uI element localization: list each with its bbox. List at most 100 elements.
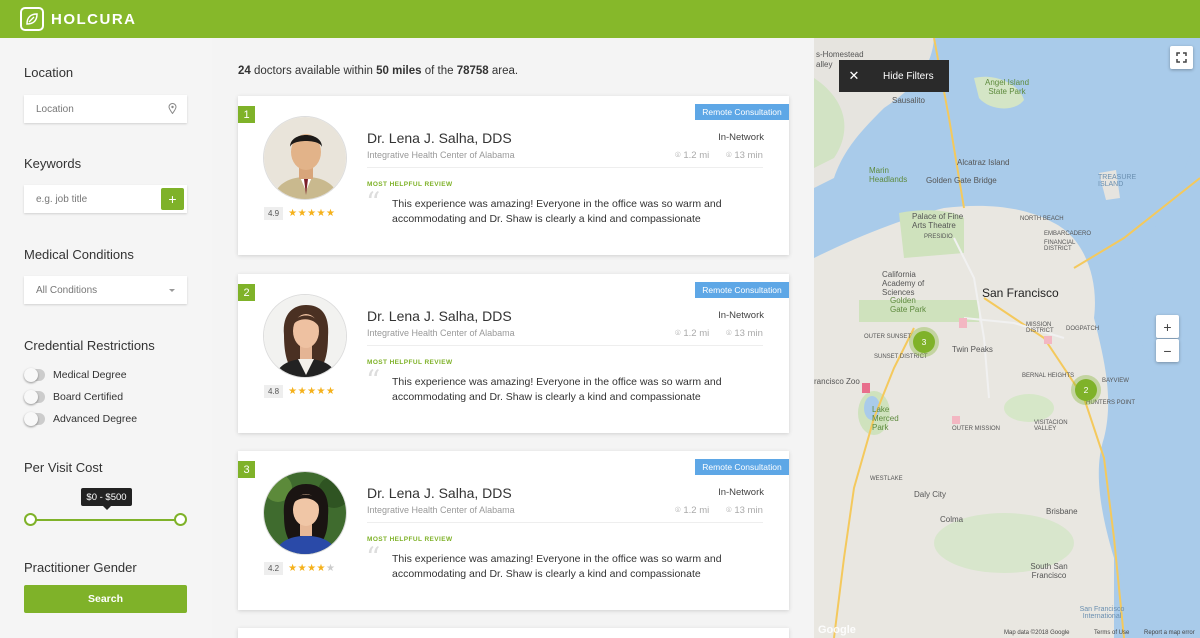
doctor-name[interactable]: Dr. Lena J. Salha, DDS xyxy=(367,485,512,501)
map-label: HUNTERS POINT xyxy=(1086,400,1136,406)
doctor-avatar[interactable] xyxy=(263,294,347,378)
map-pin-icon: ⌾ xyxy=(726,150,732,161)
toggle-switch[interactable] xyxy=(24,390,45,404)
fullscreen-button[interactable] xyxy=(1170,46,1193,69)
results-count: 24 xyxy=(238,65,251,77)
doctor-card[interactable]: 2 4.8 ★★★★★ Remote Consultation Dr. Lena… xyxy=(238,274,789,433)
map-label: Brisbane xyxy=(1046,507,1078,516)
doctor-avatar[interactable] xyxy=(263,116,347,200)
keywords-label: Keywords xyxy=(24,156,82,171)
doctor-avatar[interactable] xyxy=(263,471,347,555)
distance-value: 1.2 mi xyxy=(683,505,710,516)
star-rating: ★★★★★ xyxy=(288,208,335,219)
map-cluster-marker[interactable]: 3 xyxy=(913,331,935,353)
doctor-card[interactable] xyxy=(238,628,789,638)
map-attribution: Map data ©2018 Google xyxy=(1004,630,1070,636)
doctor-name[interactable]: Dr. Lena J. Salha, DDS xyxy=(367,308,512,324)
zoom-in-button[interactable]: + xyxy=(1156,315,1179,338)
travel-time: ⌾ 13 min xyxy=(726,328,763,339)
holcura-logo-icon[interactable] xyxy=(20,7,44,31)
rating-value: 4.8 xyxy=(264,385,284,398)
distance: ⌾ 1.2 mi xyxy=(675,150,709,161)
toggle-switch[interactable] xyxy=(24,368,45,382)
map-label: Alcatraz Island xyxy=(957,158,1010,167)
map-pin-icon: ⌾ xyxy=(726,505,732,516)
star-icon: ★ xyxy=(307,208,317,219)
map-pin-icon: ⌾ xyxy=(726,328,732,339)
search-button[interactable]: Search xyxy=(24,585,187,613)
map-label: Colma xyxy=(940,515,964,524)
card-number: 2 xyxy=(238,284,255,301)
distance: ⌾ 1.2 mi xyxy=(675,505,709,516)
card-number: 3 xyxy=(238,461,255,478)
cost-slider-track[interactable] xyxy=(30,519,181,521)
map-label: OUTER MISSION xyxy=(952,426,1001,432)
conditions-value: All Conditions xyxy=(36,284,98,296)
toggle-advanced-degree[interactable]: Advanced Degree xyxy=(24,412,138,426)
star-icon: ★ xyxy=(326,208,336,219)
map-label: San Francisco International xyxy=(1079,606,1125,620)
cost-label: Per Visit Cost xyxy=(24,460,103,475)
terms-link[interactable]: Terms of Use xyxy=(1094,630,1129,636)
map-pin-icon: ⌾ xyxy=(675,328,681,339)
google-logo: Google xyxy=(818,624,856,636)
results-zip: 78758 xyxy=(456,65,489,77)
add-keyword-button[interactable]: + xyxy=(161,188,184,210)
doctor-name[interactable]: Dr. Lena J. Salha, DDS xyxy=(367,130,512,146)
hide-filters-button[interactable]: ✕ Hide Filters xyxy=(839,60,949,92)
map-label: OUTER SUNSET xyxy=(864,334,912,340)
results-radius: 50 miles xyxy=(376,65,422,77)
results-text: area. xyxy=(491,65,519,77)
star-icon: ★ xyxy=(307,386,317,397)
report-error-link[interactable]: Report a map error xyxy=(1144,630,1195,636)
map-label: WESTLAKE xyxy=(870,476,903,482)
doctor-clinic: Integrative Health Center of Alabama xyxy=(367,328,515,338)
map-label: NORTH BEACH xyxy=(1020,216,1064,222)
map-label: BAYVIEW xyxy=(1102,378,1129,384)
network-status: In-Network xyxy=(718,487,764,498)
remote-consultation-badge[interactable]: Remote Consultation xyxy=(695,282,789,298)
time-value: 13 min xyxy=(734,150,763,161)
location-input[interactable]: Location xyxy=(24,95,187,123)
map-pin-icon: ⌾ xyxy=(675,505,681,516)
map-cluster-marker[interactable]: 2 xyxy=(1075,379,1097,401)
rating: 4.9 ★★★★★ xyxy=(264,207,335,220)
map-label: TREASURE ISLAND xyxy=(1098,174,1137,188)
brand-name[interactable]: HOLCURA xyxy=(51,11,137,28)
map-label: BERNAL HEIGHTS xyxy=(1022,373,1075,379)
star-icon: ★ xyxy=(316,208,326,219)
distance: ⌾ 1.2 mi xyxy=(675,328,709,339)
credential-label: Credential Restrictions xyxy=(24,338,155,353)
map-label: Daly City xyxy=(914,490,947,499)
star-icon: ★ xyxy=(326,563,336,574)
map-label: FINANCIAL DISTRICT xyxy=(1044,240,1076,252)
toggle-switch[interactable] xyxy=(24,412,45,426)
star-icon: ★ xyxy=(326,386,336,397)
time-value: 13 min xyxy=(734,505,763,516)
cost-max-handle[interactable] xyxy=(174,513,187,526)
conditions-select[interactable]: All Conditions xyxy=(24,276,187,304)
rating-value: 4.9 xyxy=(264,207,284,220)
travel-time: ⌾ 13 min xyxy=(726,150,763,161)
toggle-label: Advanced Degree xyxy=(53,413,138,425)
toggle-board-certified[interactable]: Board Certified xyxy=(24,390,123,404)
divider xyxy=(367,345,763,346)
divider xyxy=(367,167,763,168)
remote-consultation-badge[interactable]: Remote Consultation xyxy=(695,459,789,475)
cost-min-handle[interactable] xyxy=(24,513,37,526)
results-text: doctors available within xyxy=(254,65,373,77)
map-label: Golden Gate Bridge xyxy=(926,176,997,185)
doctor-card[interactable]: 3 4.2 ★★★★★ Remote Consultation Dr. Lena… xyxy=(238,451,789,610)
map-label: Marin Headlands xyxy=(869,166,908,184)
toggle-medical-degree[interactable]: Medical Degree xyxy=(24,368,127,382)
remote-consultation-badge[interactable]: Remote Consultation xyxy=(695,104,789,120)
results-map[interactable]: s-Homestead alley Sausalito Angel Island… xyxy=(814,38,1200,638)
star-icon: ★ xyxy=(297,208,308,219)
map-label: Twin Peaks xyxy=(952,345,993,354)
map-label: California Academy of Sciences xyxy=(882,270,925,297)
review-text: This experience was amazing! Everyone in… xyxy=(392,376,722,403)
zoom-out-button[interactable]: − xyxy=(1156,339,1179,362)
map-label: s-Homestead xyxy=(816,50,864,59)
card-number: 1 xyxy=(238,106,255,123)
doctor-card[interactable]: 1 4.9 ★★★★★ Remote Consultation Dr. Lena… xyxy=(238,96,789,255)
